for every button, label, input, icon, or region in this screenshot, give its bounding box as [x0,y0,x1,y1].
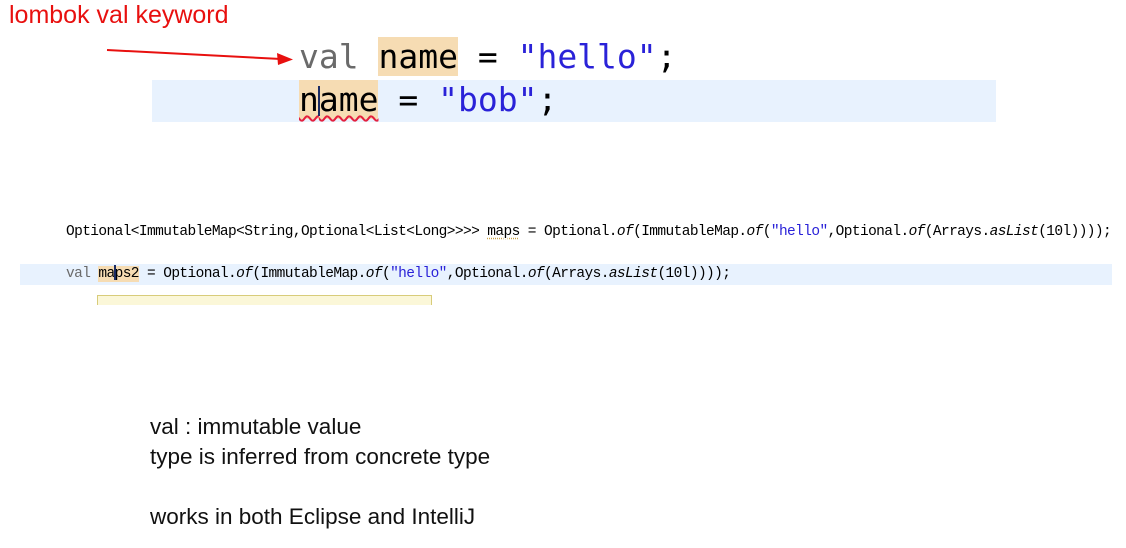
code-line-val-name: val name = "hello"; [299,37,677,76]
current-line-highlight [152,80,996,122]
right-arrow-icon [106,49,293,65]
notes: val : immutable value type is inferred f… [150,412,490,532]
code-line-reassign-name: name = "bob"; [299,80,558,119]
variable-name[interactable]: name [378,37,458,76]
note-line: val : immutable value [150,414,362,439]
variable-name-error[interactable]: name [299,80,379,119]
note-spacer [150,472,490,502]
val-keyword: val [66,266,99,282]
string-literal: "hello" [517,37,657,76]
code-line-val-maps2: val maps2 = Optional.of(ImmutableMap.of(… [66,265,731,282]
note-line: works in both Eclipse and IntelliJ [150,504,476,529]
code-line-optional-maps: Optional<ImmutableMap<String,Optional<Li… [66,224,1112,240]
string-literal: "hello" [390,266,447,282]
hover-tooltip [97,295,432,305]
note-line: type is inferred from concrete type [150,444,491,469]
variable-maps[interactable]: maps [487,224,520,240]
string-literal: "bob" [438,80,538,119]
string-literal: "hello" [770,224,828,240]
val-keyword: val [299,37,359,76]
callout-label: lombok val keyword [9,1,229,29]
variable-maps2[interactable]: maps2 [98,265,140,282]
